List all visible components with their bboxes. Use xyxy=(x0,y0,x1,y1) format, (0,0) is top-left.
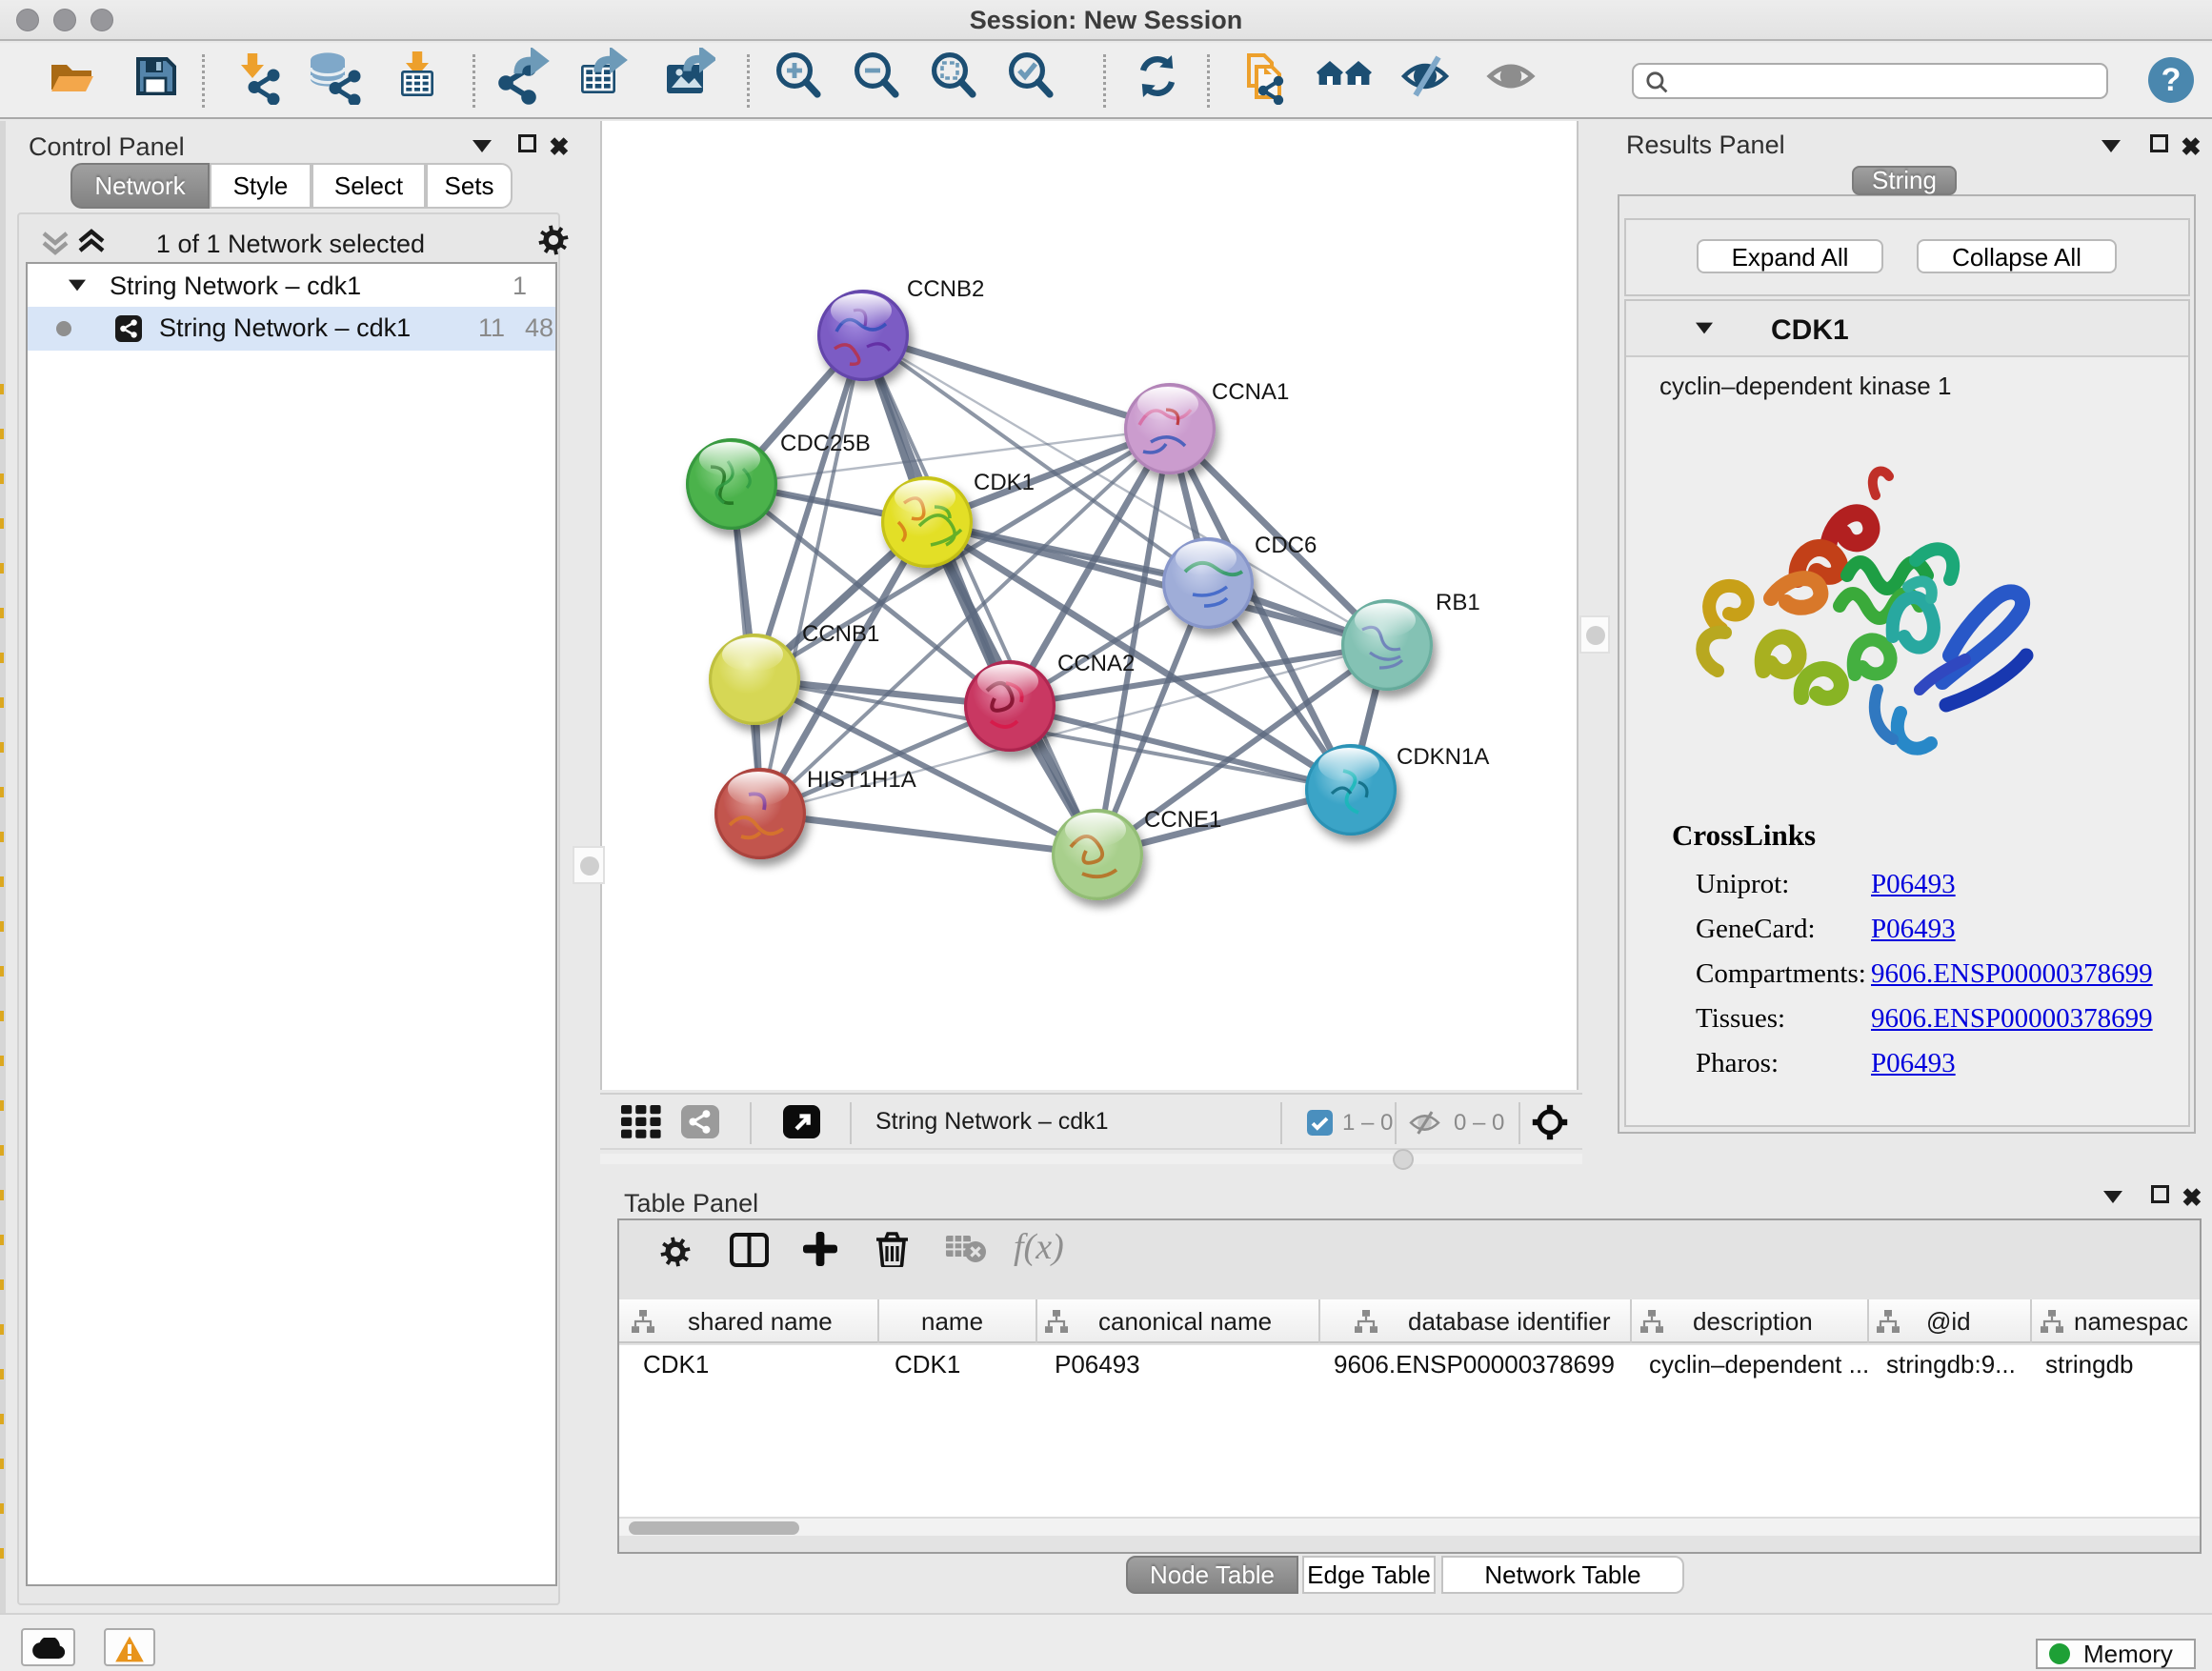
svg-text:HIST1H1A: HIST1H1A xyxy=(807,767,916,793)
svg-text:RB1: RB1 xyxy=(1436,590,1480,615)
svg-text:CCNA1: CCNA1 xyxy=(1212,379,1289,405)
svg-text:CCNB2: CCNB2 xyxy=(907,276,984,302)
svg-text:CDKN1A: CDKN1A xyxy=(1397,744,1489,770)
svg-text:CCNB1: CCNB1 xyxy=(802,621,879,647)
svg-text:CDC6: CDC6 xyxy=(1255,533,1317,558)
svg-text:CDK1: CDK1 xyxy=(974,470,1035,495)
svg-text:CCNE1: CCNE1 xyxy=(1144,807,1221,833)
svg-text:CDC25B: CDC25B xyxy=(780,431,871,456)
svg-text:CCNA2: CCNA2 xyxy=(1057,651,1135,676)
